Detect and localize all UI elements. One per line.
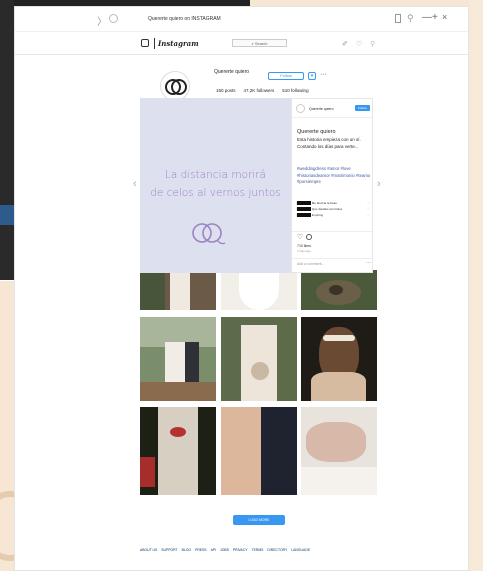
footer-link[interactable]: PRIVACY — [233, 548, 248, 552]
caption-text: Esta historia empieza con un sí. — [297, 137, 361, 142]
post-quote-line: de celos al vernos juntos — [150, 187, 281, 199]
footer-link[interactable]: BLOG — [182, 548, 191, 552]
comment: ▇▇▇▇▇▇ Me fascina la frase — [297, 201, 367, 205]
desktop-background — [0, 0, 14, 280]
desktop-background — [469, 0, 483, 571]
monogram-icon — [192, 223, 226, 245]
comment-user[interactable]: ▇▇▇▇▇▇ — [297, 201, 311, 205]
grid-photo[interactable] — [221, 270, 297, 310]
camera-icon[interactable] — [141, 39, 149, 47]
likes-count: 710 likes — [297, 244, 311, 248]
comment-icon[interactable] — [306, 234, 312, 240]
footer-link[interactable]: DIRECTORY — [267, 548, 287, 552]
caption-text: Contando los días para verte... — [297, 144, 359, 149]
comment: ▇▇▇▇▇▇ Inspiring — [297, 213, 367, 217]
like-icon[interactable]: ♡ — [297, 233, 303, 241]
person-icon[interactable]: ⚲ — [370, 40, 375, 48]
footer-link[interactable]: PRESS — [195, 548, 207, 552]
profile-username: Quererte quiero — [214, 69, 250, 75]
grid-photo[interactable] — [140, 407, 216, 495]
search-input[interactable]: ⌕ Search — [232, 39, 287, 47]
next-post-arrow[interactable]: › — [377, 178, 381, 190]
heart-icon[interactable]: ♡ — [367, 207, 370, 211]
grid-photo[interactable] — [140, 270, 216, 310]
footer-links: ABOUT US SUPPORT BLOG PRESS API JOBS PRI… — [140, 548, 310, 552]
load-more-button[interactable]: LOAD MORE — [233, 515, 285, 525]
follow-button[interactable]: Follow — [268, 72, 304, 80]
footer-link[interactable]: API — [211, 548, 216, 552]
title-bar: 〉 Quererte quiero on INSTAGRAM ⚲ — + × — [15, 7, 468, 31]
maximize-button[interactable]: + — [432, 12, 438, 23]
grid-photo[interactable] — [301, 407, 377, 495]
heart-icon[interactable]: ♡ — [367, 213, 370, 217]
profile-stats: 150 posts 47,2K followers 510 following — [216, 88, 309, 93]
heart-icon[interactable]: ♡ — [367, 201, 370, 205]
footer-link[interactable]: LANGUAGE — [291, 548, 310, 552]
more-options-icon[interactable]: ··· — [366, 260, 371, 266]
instagram-logo[interactable]: Instagram — [158, 39, 199, 48]
footer-link[interactable]: TERMS — [252, 548, 264, 552]
comment-user[interactable]: ▇▇▇▇▇▇ — [297, 207, 311, 211]
post-quote-line: La distancia morirá — [165, 169, 266, 181]
compass-icon[interactable]: ✐ — [342, 40, 348, 48]
monogram-logo — [165, 79, 187, 95]
phone-icon[interactable] — [395, 14, 401, 23]
divider — [292, 231, 372, 232]
reload-icon[interactable] — [109, 14, 118, 23]
grid-photo[interactable] — [301, 317, 377, 401]
browser-window: 〉 Quererte quiero on INSTAGRAM ⚲ — + × I… — [14, 6, 469, 571]
post-date: 1 Day ago — [297, 249, 311, 253]
previous-post-arrow[interactable]: ‹ — [133, 178, 137, 190]
post-image: La distancia morirá de celos al vernos j… — [140, 98, 291, 273]
chevron-down-icon[interactable]: ▾ — [308, 72, 316, 80]
avatar[interactable] — [296, 104, 305, 113]
following-count[interactable]: 510 following — [282, 88, 308, 93]
follow-button[interactable]: Follow — [355, 105, 370, 111]
post-username[interactable]: Quererte quiero — [309, 107, 334, 111]
grid-photo[interactable] — [140, 317, 216, 401]
comment-text: Me fascina la frase — [311, 201, 337, 205]
desktop-background — [0, 205, 14, 225]
close-button[interactable]: × — [442, 12, 447, 22]
comment-text: Inspiring — [311, 213, 324, 217]
back-icon[interactable]: 〉 — [97, 13, 107, 28]
divider — [154, 38, 155, 49]
footer-link[interactable]: SUPPORT — [161, 548, 177, 552]
caption-title: Quererte quiero — [297, 129, 336, 135]
minimize-button[interactable]: — — [422, 12, 432, 23]
add-comment-input[interactable]: Add a comment... — [297, 262, 324, 266]
posts-count: 150 posts — [216, 88, 236, 93]
profile-avatar[interactable] — [160, 71, 190, 101]
comment: ▇▇▇▇▇▇ Que detalles tan lindos — [297, 207, 367, 211]
followers-count[interactable]: 47,2K followers — [244, 88, 275, 93]
comment-user[interactable]: ▇▇▇▇▇▇ — [297, 213, 311, 217]
comment-text: Que detalles tan lindos — [311, 207, 343, 211]
footer-link[interactable]: JOBS — [220, 548, 229, 552]
divider — [292, 258, 372, 259]
window-title: Quererte quiero on INSTAGRAM — [148, 16, 221, 22]
heart-icon[interactable]: ♡ — [356, 40, 362, 48]
divider — [292, 117, 372, 118]
grid-photo[interactable] — [301, 270, 377, 310]
hashtags[interactable]: #weddingdress #amor #love #historiasdeam… — [297, 166, 371, 186]
grid-photo[interactable] — [221, 407, 297, 495]
more-options-icon[interactable]: ··· — [320, 71, 327, 78]
pin-icon[interactable]: ⚲ — [407, 13, 414, 24]
instagram-navbar: Instagram ⌕ Search ✐ ♡ ⚲ — [15, 31, 468, 55]
footer-link[interactable]: ABOUT US — [140, 548, 157, 552]
grid-photo[interactable] — [221, 317, 297, 401]
post-details-panel: Quererte quiero Follow Quererte quiero E… — [291, 98, 373, 273]
